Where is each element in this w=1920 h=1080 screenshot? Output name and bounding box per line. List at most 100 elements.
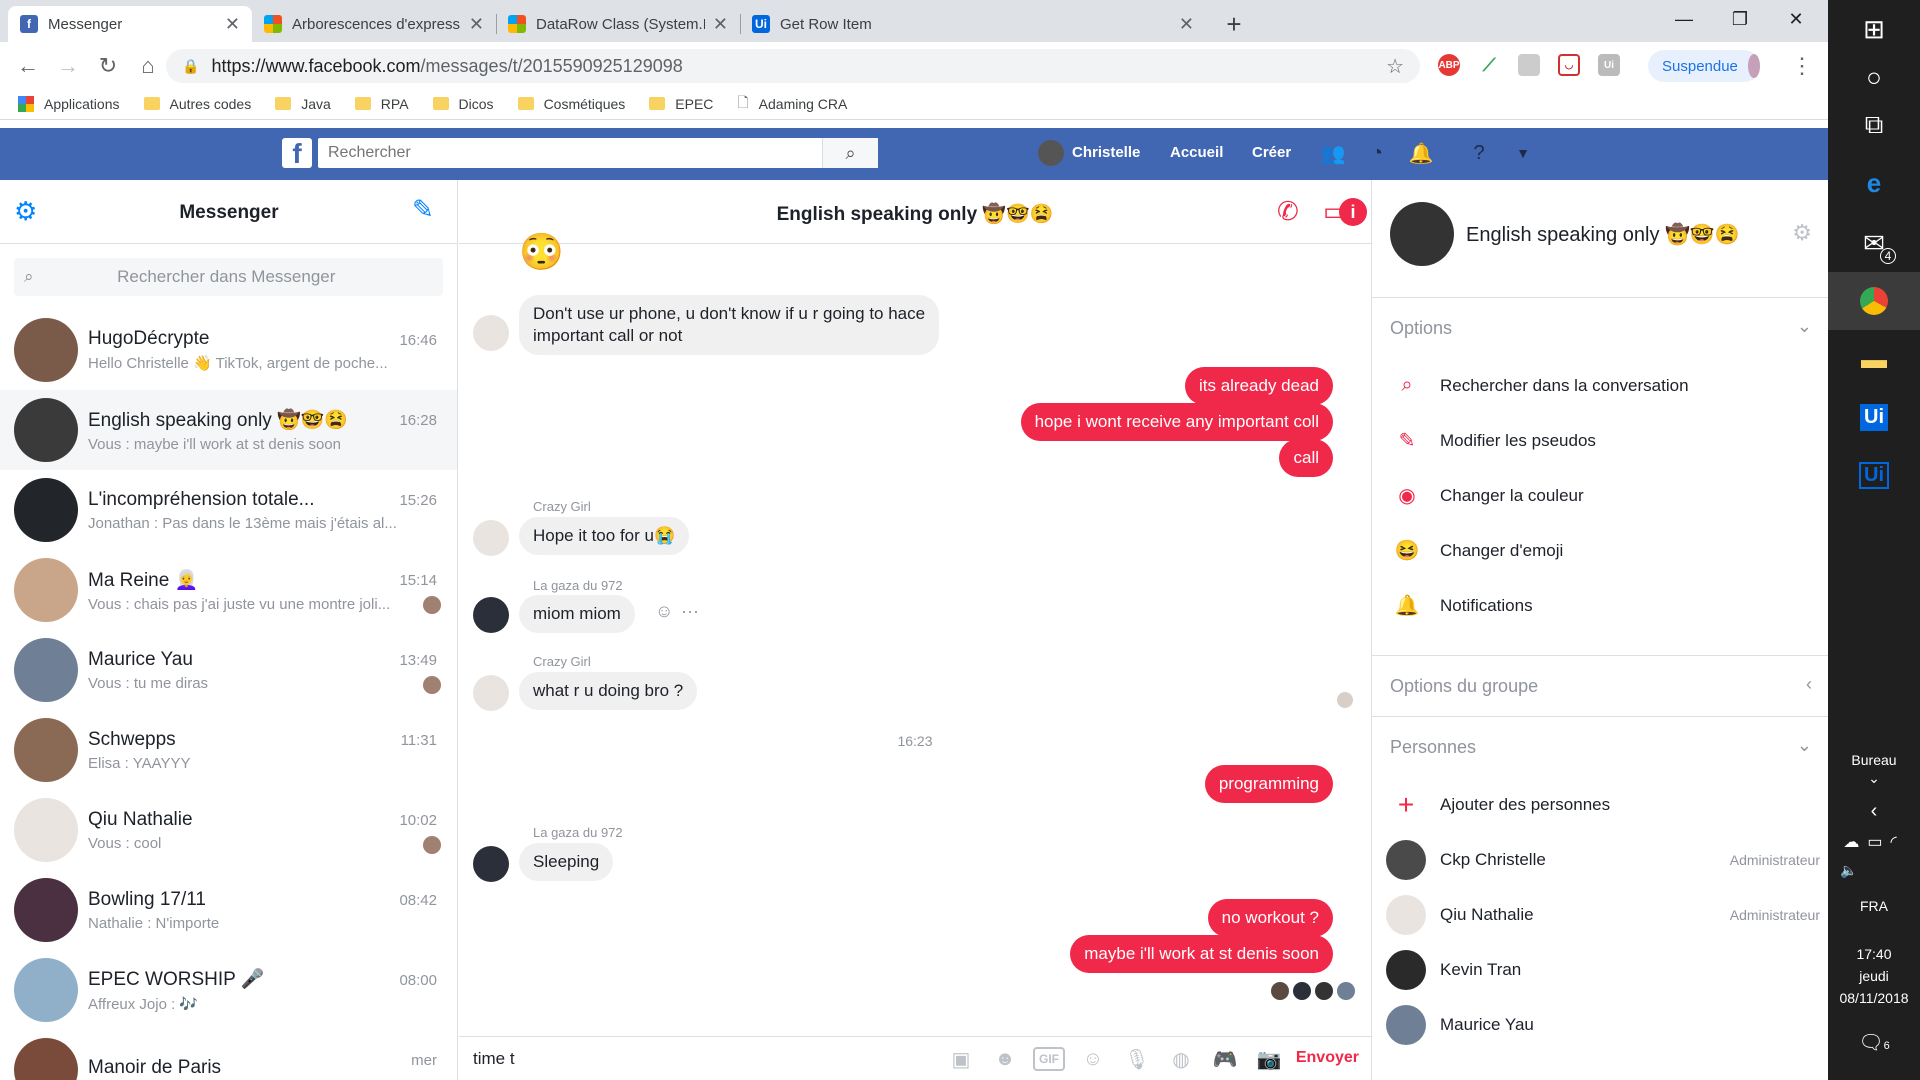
gif-icon[interactable]: GIF: [1033, 1047, 1065, 1071]
conversation-item[interactable]: Maurice Yau Vous : tu me diras 13:49: [0, 630, 457, 710]
message-bubble-incoming[interactable]: what r u doing bro ?: [519, 672, 698, 710]
reload-icon[interactable]: ↻: [94, 52, 122, 80]
message-bubble-incoming[interactable]: Sleeping: [519, 843, 614, 881]
person-item[interactable]: Qiu Nathalie Administrateur: [1372, 887, 1828, 942]
close-window-button[interactable]: ✕: [1768, 0, 1824, 38]
clock-time[interactable]: 17:40: [1828, 946, 1920, 962]
conversation-item[interactable]: L'incompréhension totale... Jonathan : Pa…: [0, 470, 457, 550]
mail-icon[interactable]: ✉ 4: [1828, 214, 1920, 272]
bookmark-folder[interactable]: RPA: [354, 96, 409, 112]
task-view-icon[interactable]: ⧉: [1828, 96, 1920, 154]
friend-requests-icon[interactable]: 👥: [1320, 140, 1346, 166]
message-input[interactable]: [459, 1038, 899, 1079]
chrome-icon[interactable]: [1828, 272, 1920, 330]
person-item[interactable]: Kevin Tran: [1372, 942, 1828, 997]
conversation-item[interactable]: Bowling 17/11 Nathalie : N'importe 08:42: [0, 870, 457, 950]
message-bubble-outgoing[interactable]: programming: [1204, 765, 1333, 803]
pocket-icon[interactable]: ◡: [1558, 54, 1580, 76]
home-icon[interactable]: ⌂: [134, 52, 162, 80]
phone-call-icon[interactable]: ✆: [1277, 196, 1299, 227]
back-icon[interactable]: ←: [14, 52, 42, 80]
info-icon[interactable]: i: [1339, 198, 1367, 226]
message-bubble-outgoing[interactable]: hope i wont receive any important coll: [1020, 403, 1333, 441]
edge-icon[interactable]: e: [1828, 154, 1920, 212]
send-button[interactable]: Envoyer: [1296, 1049, 1359, 1067]
bookmark-page[interactable]: 🗋 Adaming CRA: [737, 92, 847, 116]
address-bar[interactable]: 🔒 https://www.facebook.com/messages/t/20…: [166, 49, 1420, 83]
desktop-label[interactable]: Bureau: [1828, 752, 1920, 768]
tab-messenger[interactable]: f Messenger ✕: [8, 6, 252, 42]
system-tray-icons[interactable]: ☁▭◜: [1828, 832, 1920, 852]
messenger-icon[interactable]: ◔: [1364, 140, 1390, 166]
clock-date[interactable]: 08/11/2018: [1828, 990, 1920, 1006]
tab-get-row-item[interactable]: Ui Get Row Item ✕: [740, 6, 1206, 42]
options-header[interactable]: Options ⌄: [1372, 298, 1828, 358]
extension-icon[interactable]: ⟋: [1478, 54, 1500, 76]
message-bubble-incoming[interactable]: Don't use ur phone, u don't know if u r …: [519, 295, 940, 355]
option-item[interactable]: ◉ Changer la couleur: [1372, 468, 1828, 523]
messenger-search[interactable]: ⌕ Rechercher dans Messenger: [14, 258, 443, 296]
person-item[interactable]: Ckp Christelle Administrateur: [1372, 832, 1828, 887]
file-explorer-icon[interactable]: ▬: [1828, 330, 1920, 388]
microphone-icon[interactable]: 🎙: [1121, 1047, 1153, 1071]
settings-gear-icon[interactable]: ⚙: [1792, 220, 1812, 246]
facebook-logo-icon[interactable]: f: [282, 138, 312, 168]
forward-icon[interactable]: →: [54, 52, 82, 80]
bookmark-folder[interactable]: Java: [275, 96, 331, 112]
uipath-extension-icon[interactable]: Ui: [1598, 54, 1620, 76]
conversation-item[interactable]: English speaking only 🤠🤓😫 Vous : maybe i'…: [0, 390, 457, 470]
facebook-search-input[interactable]: [318, 139, 822, 167]
message-bubble-outgoing[interactable]: call: [1279, 439, 1333, 477]
audio-icon[interactable]: ◍: [1165, 1047, 1197, 1071]
close-tab-icon[interactable]: ✕: [469, 14, 484, 35]
option-item[interactable]: ⌕ Rechercher dans la conversation: [1372, 358, 1828, 413]
person-item[interactable]: Maurice Yau: [1372, 997, 1828, 1052]
close-tab-icon[interactable]: ✕: [713, 14, 728, 35]
uipath-studio-icon[interactable]: Ui: [1828, 388, 1920, 446]
emoji-icon[interactable]: ☺: [1077, 1047, 1109, 1071]
sticker-icon[interactable]: ☻: [989, 1047, 1021, 1071]
more-options-icon[interactable]: ···: [681, 601, 699, 622]
language-indicator[interactable]: FRA: [1828, 898, 1920, 914]
bookmark-folder[interactable]: Dicos: [432, 96, 494, 112]
tab-datarow[interactable]: DataRow Class (System.Data) | Microsoft …: [496, 6, 740, 42]
add-people-button[interactable]: + Ajouter des personnes: [1372, 777, 1828, 832]
people-header[interactable]: Personnes ⌄: [1372, 717, 1828, 777]
close-tab-icon[interactable]: ✕: [225, 14, 240, 35]
conversation-item[interactable]: Schwepps Elisa : YAAYYY 11:31: [0, 710, 457, 790]
chevron-left-icon[interactable]: ‹: [1828, 800, 1920, 823]
menu-icon[interactable]: ⋮: [1788, 52, 1816, 80]
conversation-item[interactable]: Qiu Nathalie Vous : cool 10:02: [0, 790, 457, 870]
chevron-down-icon[interactable]: ⌄: [1828, 770, 1920, 787]
volume-icon[interactable]: 🔈: [1828, 862, 1920, 879]
extension-icon[interactable]: [1518, 54, 1540, 76]
message-bubble-outgoing[interactable]: maybe i'll work at st denis soon: [1070, 935, 1333, 973]
clock-day[interactable]: jeudi: [1828, 968, 1920, 984]
message-bubble-incoming[interactable]: miom miom: [519, 595, 635, 633]
notifications-icon[interactable]: 🔔: [1408, 140, 1434, 166]
user-avatar[interactable]: [1038, 140, 1064, 166]
conversation-item[interactable]: Manoir de Paris mer: [0, 1030, 457, 1080]
group-options-header[interactable]: Options du groupe ‹: [1372, 656, 1828, 716]
restore-button[interactable]: ❐: [1712, 0, 1768, 38]
create-link[interactable]: Créer: [1252, 144, 1291, 161]
option-item[interactable]: ✎ Modifier les pseudos: [1372, 413, 1828, 468]
conversation-item[interactable]: EPEC WORSHIP 🎤 Affreux Jojo : 🎶 08:00: [0, 950, 457, 1030]
conversation-item[interactable]: Ma Reine 👩‍🦳 Vous : chais pas j'ai juste …: [0, 550, 457, 630]
search-icon[interactable]: ⌕: [822, 138, 878, 168]
bookmark-folder[interactable]: Autres codes: [143, 96, 251, 112]
new-tab-button[interactable]: +: [1218, 8, 1250, 40]
game-icon[interactable]: 🎮: [1209, 1047, 1241, 1071]
notification-center-icon[interactable]: 🗨6: [1828, 1030, 1920, 1055]
option-item[interactable]: 🔔 Notifications: [1372, 578, 1828, 633]
compose-icon[interactable]: ✎: [412, 194, 434, 225]
profile-link[interactable]: Christelle: [1072, 144, 1140, 161]
photo-icon[interactable]: ▣: [945, 1047, 977, 1071]
account-menu-icon[interactable]: ▼: [1510, 140, 1536, 166]
uipath-robot-icon[interactable]: Ui: [1828, 446, 1920, 504]
option-item[interactable]: 😆 Changer d'emoji: [1372, 523, 1828, 578]
minimize-button[interactable]: —: [1656, 0, 1712, 38]
camera-icon[interactable]: 📷: [1253, 1047, 1285, 1071]
message-bubble-incoming[interactable]: Hope it too for u😭: [519, 517, 690, 555]
close-tab-icon[interactable]: ✕: [1179, 14, 1194, 35]
